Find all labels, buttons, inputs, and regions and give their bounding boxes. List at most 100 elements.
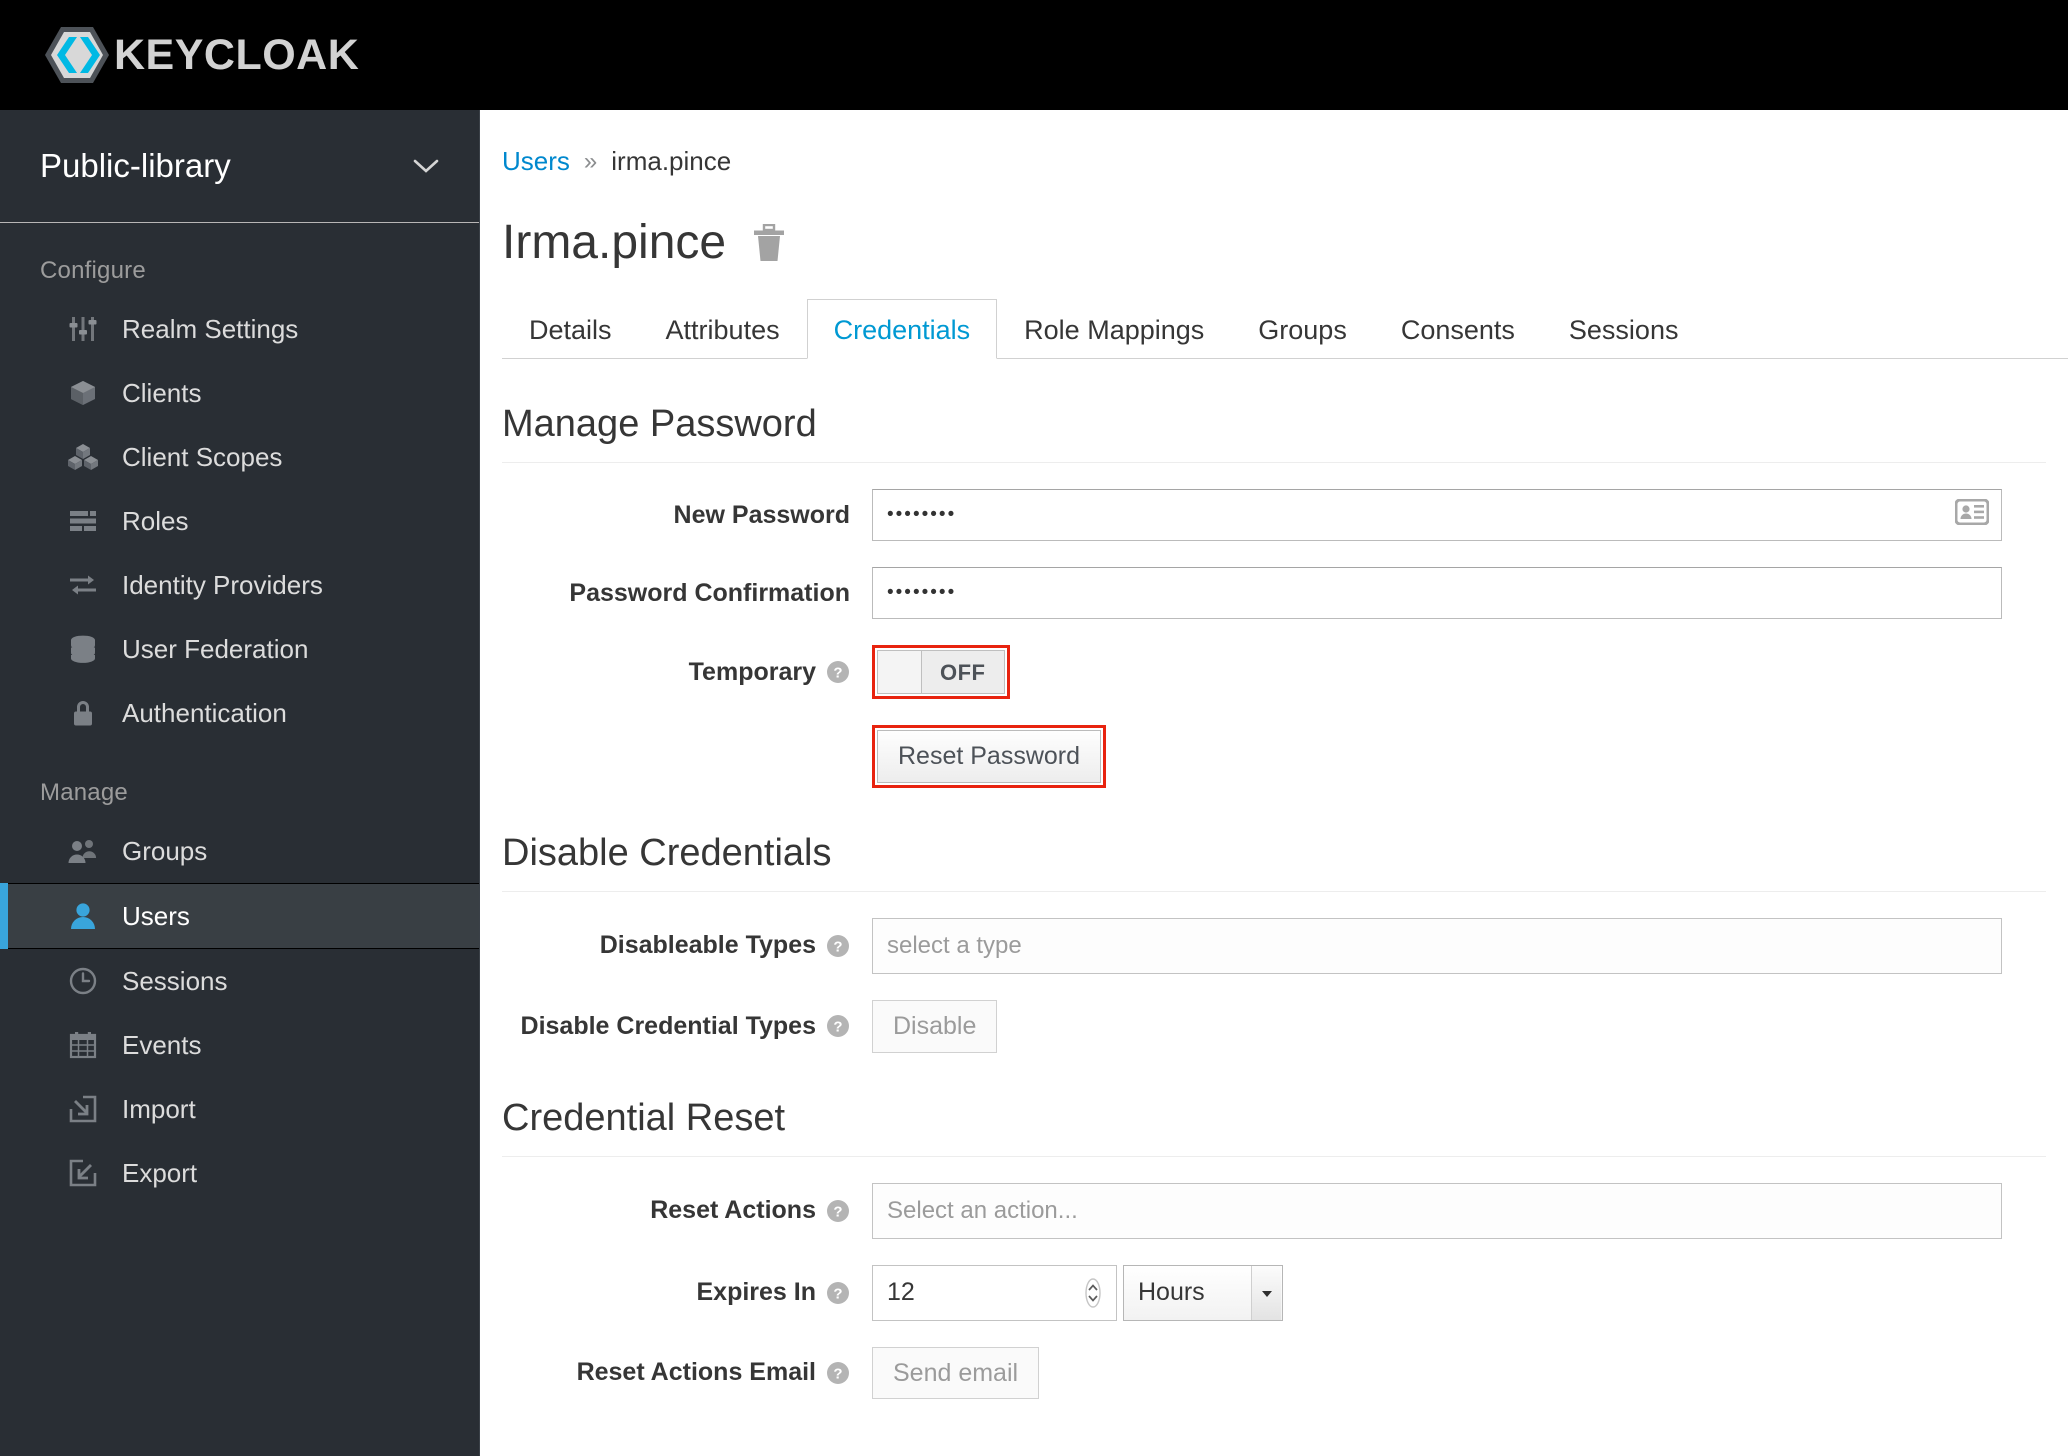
calendar-icon xyxy=(66,1028,100,1062)
nav-group-label-configure: Configure xyxy=(40,257,146,284)
new-password-input[interactable]: •••••••• xyxy=(872,489,2002,541)
brand-name: KEYCLOAK xyxy=(114,30,360,79)
svg-text:?: ? xyxy=(833,665,842,682)
tab-details[interactable]: Details xyxy=(502,299,639,359)
caret-down-icon[interactable] xyxy=(1251,1265,1281,1320)
reset-actions-select[interactable]: Select an action... xyxy=(872,1182,2002,1239)
sidebar-item-sessions[interactable]: Sessions xyxy=(0,949,479,1013)
realm-name: Public-library xyxy=(40,147,231,184)
tab-consents[interactable]: Consents xyxy=(1374,299,1542,359)
field-row-expires-in: Expires In ? 12 Hours xyxy=(480,1264,2068,1321)
tab-groups[interactable]: Groups xyxy=(1231,299,1374,359)
label-new-password: New Password xyxy=(502,501,872,530)
expires-in-unit-select[interactable]: Hours xyxy=(1123,1264,1283,1321)
sidebar-item-client-scopes[interactable]: Client Scopes xyxy=(0,425,479,489)
sidebar-item-import[interactable]: Import xyxy=(0,1077,479,1141)
sidebar-item-label: Import xyxy=(122,1093,196,1124)
database-icon xyxy=(66,632,100,666)
label-reset-actions-email: Reset Actions Email ? xyxy=(502,1358,872,1387)
label-reset-actions: Reset Actions ? xyxy=(502,1196,872,1225)
svg-text:?: ? xyxy=(833,1365,842,1382)
tab-credentials[interactable]: Credentials xyxy=(806,299,998,359)
label-temporary: Temporary ? xyxy=(502,658,872,687)
send-email-button[interactable]: Send email xyxy=(872,1346,1040,1400)
sidebar-item-label: Identity Providers xyxy=(122,569,323,600)
sidebar-item-label: Export xyxy=(122,1157,198,1188)
disableable-types-select[interactable]: select a type xyxy=(872,917,2002,974)
clock-icon xyxy=(66,964,100,998)
sidebar-item-identity-providers[interactable]: Identity Providers xyxy=(0,553,479,617)
sidebar-item-label: Groups xyxy=(122,835,208,866)
sidebar-item-export[interactable]: Export xyxy=(0,1141,479,1205)
sidebar-item-label: Clients xyxy=(122,377,202,408)
label-disable-credential-types: Disable Credential Types ? xyxy=(502,1012,872,1041)
section-title-manage-password: Manage Password xyxy=(502,403,817,445)
sidebar-item-label: Client Scopes xyxy=(122,441,283,472)
label-text: Password Confirmation xyxy=(569,578,850,607)
stepper-arrows-icon[interactable] xyxy=(1084,1277,1102,1308)
help-circle-icon[interactable]: ? xyxy=(826,660,850,684)
sidebar-item-events[interactable]: Events xyxy=(0,1013,479,1077)
svg-text:?: ? xyxy=(833,1203,842,1220)
field-row-reset-actions: Reset Actions ? Select an action... xyxy=(480,1182,2068,1239)
sidebar-item-label: Realm Settings xyxy=(122,313,299,344)
chevron-down-icon xyxy=(413,158,439,174)
svg-text:?: ? xyxy=(833,1019,842,1036)
nav-group-label-manage: Manage xyxy=(40,779,128,806)
sidebar-item-user-federation[interactable]: User Federation xyxy=(0,617,479,681)
section-title-credential-reset: Credential Reset xyxy=(502,1096,786,1139)
tab-sessions[interactable]: Sessions xyxy=(1542,299,1706,359)
svg-text:?: ? xyxy=(833,1285,842,1302)
help-circle-icon[interactable]: ? xyxy=(826,934,850,958)
sidebar-item-label: Roles xyxy=(122,505,189,536)
sidebar-item-groups[interactable]: Groups xyxy=(0,819,479,883)
label-expires-in: Expires In ? xyxy=(502,1278,872,1307)
help-circle-icon[interactable]: ? xyxy=(826,1014,850,1038)
sidebar-item-users[interactable]: Users xyxy=(0,883,479,949)
tab-attributes[interactable]: Attributes xyxy=(639,299,807,359)
help-circle-icon[interactable]: ? xyxy=(826,1361,850,1385)
label-text: Temporary xyxy=(688,657,816,686)
field-row-reset-password: Reset Password xyxy=(480,725,2068,788)
sidebar-item-label: Users xyxy=(122,900,190,931)
label-text: New Password xyxy=(673,500,850,529)
cubes-icon xyxy=(66,440,100,474)
page-header: Irma.pince xyxy=(480,177,2068,267)
realm-selector[interactable]: Public-library xyxy=(0,110,479,223)
trash-icon[interactable] xyxy=(752,224,786,262)
expires-in-unit-value: Hours xyxy=(1138,1278,1205,1306)
password-confirmation-input[interactable]: •••••••• xyxy=(872,567,2002,619)
breadcrumb-link-users[interactable]: Users xyxy=(502,146,570,177)
help-circle-icon[interactable]: ? xyxy=(826,1199,850,1223)
tab-role-mappings[interactable]: Role Mappings xyxy=(997,299,1231,359)
reset-actions-placeholder: Select an action... xyxy=(887,1196,1078,1224)
disable-button[interactable]: Disable xyxy=(872,999,998,1053)
sidebar-item-authentication[interactable]: Authentication xyxy=(0,681,479,745)
masthead: KEYCLOAK xyxy=(0,0,2068,110)
contact-card-icon[interactable] xyxy=(1954,498,1990,531)
temporary-toggle[interactable]: OFF xyxy=(877,650,1005,694)
sidebar: Public-library Configure Realm Settings xyxy=(0,110,480,1456)
label-text: Reset Actions Email xyxy=(576,1358,816,1387)
sidebar-item-roles[interactable]: Roles xyxy=(0,489,479,553)
expires-in-value: 12 xyxy=(887,1278,915,1306)
lock-icon xyxy=(66,696,100,730)
expires-in-input[interactable]: 12 xyxy=(872,1264,1117,1321)
list-bars-icon xyxy=(66,504,100,538)
help-circle-icon[interactable]: ? xyxy=(826,1281,850,1305)
users-group-icon xyxy=(66,834,100,868)
breadcrumb-separator: » xyxy=(583,147,598,175)
sidebar-item-clients[interactable]: Clients xyxy=(0,361,479,425)
label-password-confirmation: Password Confirmation xyxy=(502,579,872,608)
keycloak-admin-console: KEYCLOAK Public-library Configure Realm … xyxy=(0,0,2068,1456)
label-text: Disableable Types xyxy=(599,931,816,960)
temporary-toggle-highlight: OFF xyxy=(872,645,1010,699)
field-row-disable-credential-types: Disable Credential Types ? Disable xyxy=(480,999,2068,1053)
brand-logo[interactable]: KEYCLOAK xyxy=(44,24,359,86)
section-divider xyxy=(502,462,2046,463)
reset-password-button[interactable]: Reset Password xyxy=(877,730,1102,783)
breadcrumb: Users » irma.pince xyxy=(480,110,2068,177)
field-row-temporary: Temporary ? OFF xyxy=(480,645,2068,699)
sidebar-item-realm-settings[interactable]: Realm Settings xyxy=(0,297,479,361)
keycloak-logo-icon xyxy=(44,24,110,86)
